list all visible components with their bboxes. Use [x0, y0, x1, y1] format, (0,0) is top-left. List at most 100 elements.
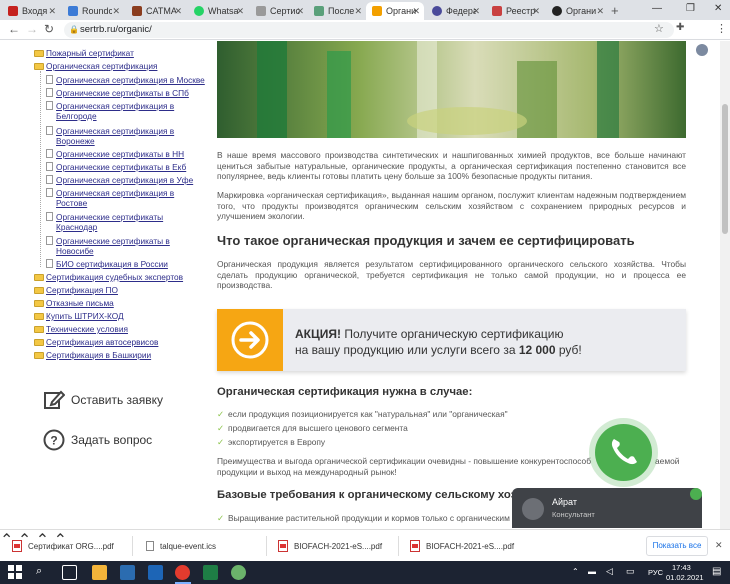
sidebar-sub-voronezh-line2[interactable]: Воронеже — [56, 136, 95, 146]
tab-close-icon[interactable]: ✕ — [472, 6, 480, 17]
circle-icon — [552, 6, 562, 16]
sidebar-item-organic[interactable]: Органическая сертификация — [46, 61, 157, 71]
folder-icon — [34, 326, 44, 333]
whatsapp-icon — [194, 6, 204, 16]
tab-9[interactable]: Органи ✕ — [546, 2, 608, 20]
download-item[interactable]: BIOFACH-2021-eS....pdf — [278, 538, 382, 554]
tab-0[interactable]: Входя ✕ — [2, 2, 60, 20]
close-window-icon[interactable]: ✕ — [714, 3, 722, 14]
sidebar-sub-ekb[interactable]: Органические сертификаты в Екб — [56, 162, 186, 172]
consultant-name: Айрат — [552, 497, 577, 507]
tab-1[interactable]: Roundc ✕ — [62, 2, 124, 20]
promo-banner[interactable]: АКЦИЯ! Получите органическую сертификаци… — [217, 309, 686, 371]
sidebar-sub-moscow[interactable]: Органическая сертификация в Москве — [56, 75, 205, 85]
task-view-icon[interactable] — [62, 565, 77, 580]
clock-date[interactable]: 01.02.2021 — [666, 573, 704, 582]
notifications-icon[interactable]: ▤ — [712, 566, 721, 577]
tab-2[interactable]: CATMA ✕ — [126, 2, 186, 20]
svg-text:?: ? — [50, 434, 57, 448]
sidebar-sub-rostov[interactable]: Органическая сертификация в — [56, 188, 174, 198]
volume-icon[interactable]: ◁ — [606, 566, 613, 577]
show-all-downloads-button[interactable]: Показать все — [646, 536, 708, 556]
sidebar-item-bashkiria[interactable]: Сертификация в Башкирии — [46, 350, 151, 360]
back-icon[interactable]: ← — [8, 22, 20, 36]
tab-4[interactable]: Сертис ✕ — [250, 2, 308, 20]
sidebar-sub-ufa[interactable]: Органическая сертификация в Уфе — [56, 175, 193, 185]
chrome-icon[interactable] — [175, 565, 190, 580]
browser-toolbar: ← → ↻ 🔒 sertrb.ru/organic/ ☆ ✚ ⋮ — [0, 20, 730, 56]
sidebar-sub-krasnodar[interactable]: Органические сертификаты — [56, 212, 163, 222]
new-tab-icon[interactable]: + — [611, 3, 619, 18]
download-item[interactable]: Сертификат ORG....pdf — [12, 538, 114, 554]
tab-close-icon[interactable]: ✕ — [596, 6, 604, 17]
reload-icon[interactable]: ↻ — [44, 22, 54, 36]
sidebar-sub-novosib[interactable]: Органические сертификаты в — [56, 236, 170, 246]
sidebar-sub-rostov-line2[interactable]: Ростове — [56, 198, 87, 208]
extensions-icon[interactable]: ✚ — [676, 22, 684, 33]
menu-icon[interactable]: ⋮ — [716, 22, 727, 35]
sidebar-sub-novosib-line2[interactable]: Новосибе — [56, 246, 94, 256]
tab-close-icon[interactable]: ✕ — [296, 6, 304, 17]
sidebar-item-software[interactable]: Сертификация ПО — [46, 285, 118, 295]
sidebar-item-refusal-letters[interactable]: Отказные письма — [46, 298, 114, 308]
scrollbar-thumb[interactable] — [722, 104, 728, 234]
windows-start-icon[interactable] — [8, 565, 22, 579]
chat-widget[interactable]: Айрат Консультант — [512, 488, 702, 528]
tab-5[interactable]: После ✕ — [308, 2, 366, 20]
bookmark-star-icon[interactable]: ☆ — [654, 22, 664, 35]
sidebar-item-tech-conditions[interactable]: Технические условия — [46, 324, 128, 334]
sidebar-item-autoservice[interactable]: Сертификация автосервисов — [46, 337, 158, 347]
sidebar-sub-spb[interactable]: Органические сертификаты в СПб — [56, 88, 189, 98]
download-item[interactable]: BIOFACH-2021-eS....pdf — [410, 538, 514, 554]
download-item[interactable]: talque-event.ics — [146, 538, 216, 554]
tab-7[interactable]: Федера ✕ — [426, 2, 484, 20]
search-icon[interactable]: ⌕ — [36, 565, 42, 578]
maximize-icon[interactable]: ❐ — [686, 3, 695, 14]
ask-question-button[interactable]: ? Задать вопрос — [43, 429, 152, 451]
keyboard-icon[interactable]: ▭ — [626, 566, 635, 577]
callback-phone-button[interactable] — [595, 424, 652, 481]
sidebar-sub-voronezh[interactable]: Органическая сертификация в — [56, 126, 174, 136]
explorer-icon[interactable] — [92, 565, 107, 580]
sidebar-item-experts[interactable]: Сертификация судебных экспертов — [46, 272, 183, 282]
sidebar-sub-krasnodar-line2[interactable]: Краснодар — [56, 222, 97, 232]
network-icon[interactable]: ▬ — [588, 567, 596, 576]
address-bar[interactable]: 🔒 sertrb.ru/organic/ — [64, 22, 674, 38]
sidebar-sub-nn[interactable]: Органические сертификаты в НН — [56, 149, 184, 159]
outlook-icon[interactable] — [148, 565, 163, 580]
tab-close-icon[interactable]: ✕ — [48, 6, 56, 17]
tab-3[interactable]: Whatsa ✕ — [188, 2, 248, 20]
sidebar-sub-bio[interactable]: БИО сертификация в России — [56, 259, 168, 269]
close-downloads-icon[interactable]: ✕ — [715, 540, 723, 551]
tab-6-active[interactable]: Органи ✕ — [366, 2, 424, 20]
sidebar-sub-belgorod-line2[interactable]: Белгороде — [56, 111, 97, 121]
mail-icon[interactable] — [120, 565, 135, 580]
check-icon: ✓ — [217, 409, 225, 419]
profile-avatar[interactable] — [696, 44, 708, 56]
sidebar-item-fire-certificate[interactable]: Пожарный сертификат — [46, 48, 134, 58]
order-request-button[interactable]: Оставить заявку — [43, 389, 163, 411]
tab-close-icon[interactable]: ✕ — [412, 6, 420, 17]
folder-icon — [34, 339, 44, 346]
paragraph-organic-definition: Органическая продукция является результа… — [217, 259, 686, 291]
minimize-icon[interactable]: — — [652, 3, 662, 14]
sidebar-sub-belgorod[interactable]: Органическая сертификация в — [56, 101, 174, 111]
chat-online-indicator — [690, 488, 702, 500]
forward-icon[interactable]: → — [26, 22, 38, 36]
tab-close-icon[interactable]: ✕ — [236, 6, 244, 17]
excel-icon[interactable] — [203, 565, 218, 580]
tab-close-icon[interactable]: ✕ — [354, 6, 362, 17]
divider — [132, 536, 133, 556]
tab-close-icon[interactable]: ✕ — [174, 6, 182, 17]
language-indicator[interactable]: РУС — [648, 568, 663, 577]
sidebar-item-barcode[interactable]: Купить ШТРИХ-КОД — [46, 311, 124, 321]
tray-chevron-icon[interactable]: ⌃ — [572, 567, 579, 576]
tab-8[interactable]: Реестр ✕ — [486, 2, 544, 20]
clock-time[interactable]: 17:43 — [672, 563, 691, 572]
whatsapp-app-icon[interactable] — [231, 565, 246, 580]
checklist-item: ✓ если продукция позиционируется как "нат… — [217, 409, 508, 419]
tab-close-icon[interactable]: ✕ — [112, 6, 120, 17]
folder-icon — [34, 352, 44, 359]
tab-close-icon[interactable]: ✕ — [532, 6, 540, 17]
paragraph-benefits-tail: аемой — [655, 456, 680, 466]
